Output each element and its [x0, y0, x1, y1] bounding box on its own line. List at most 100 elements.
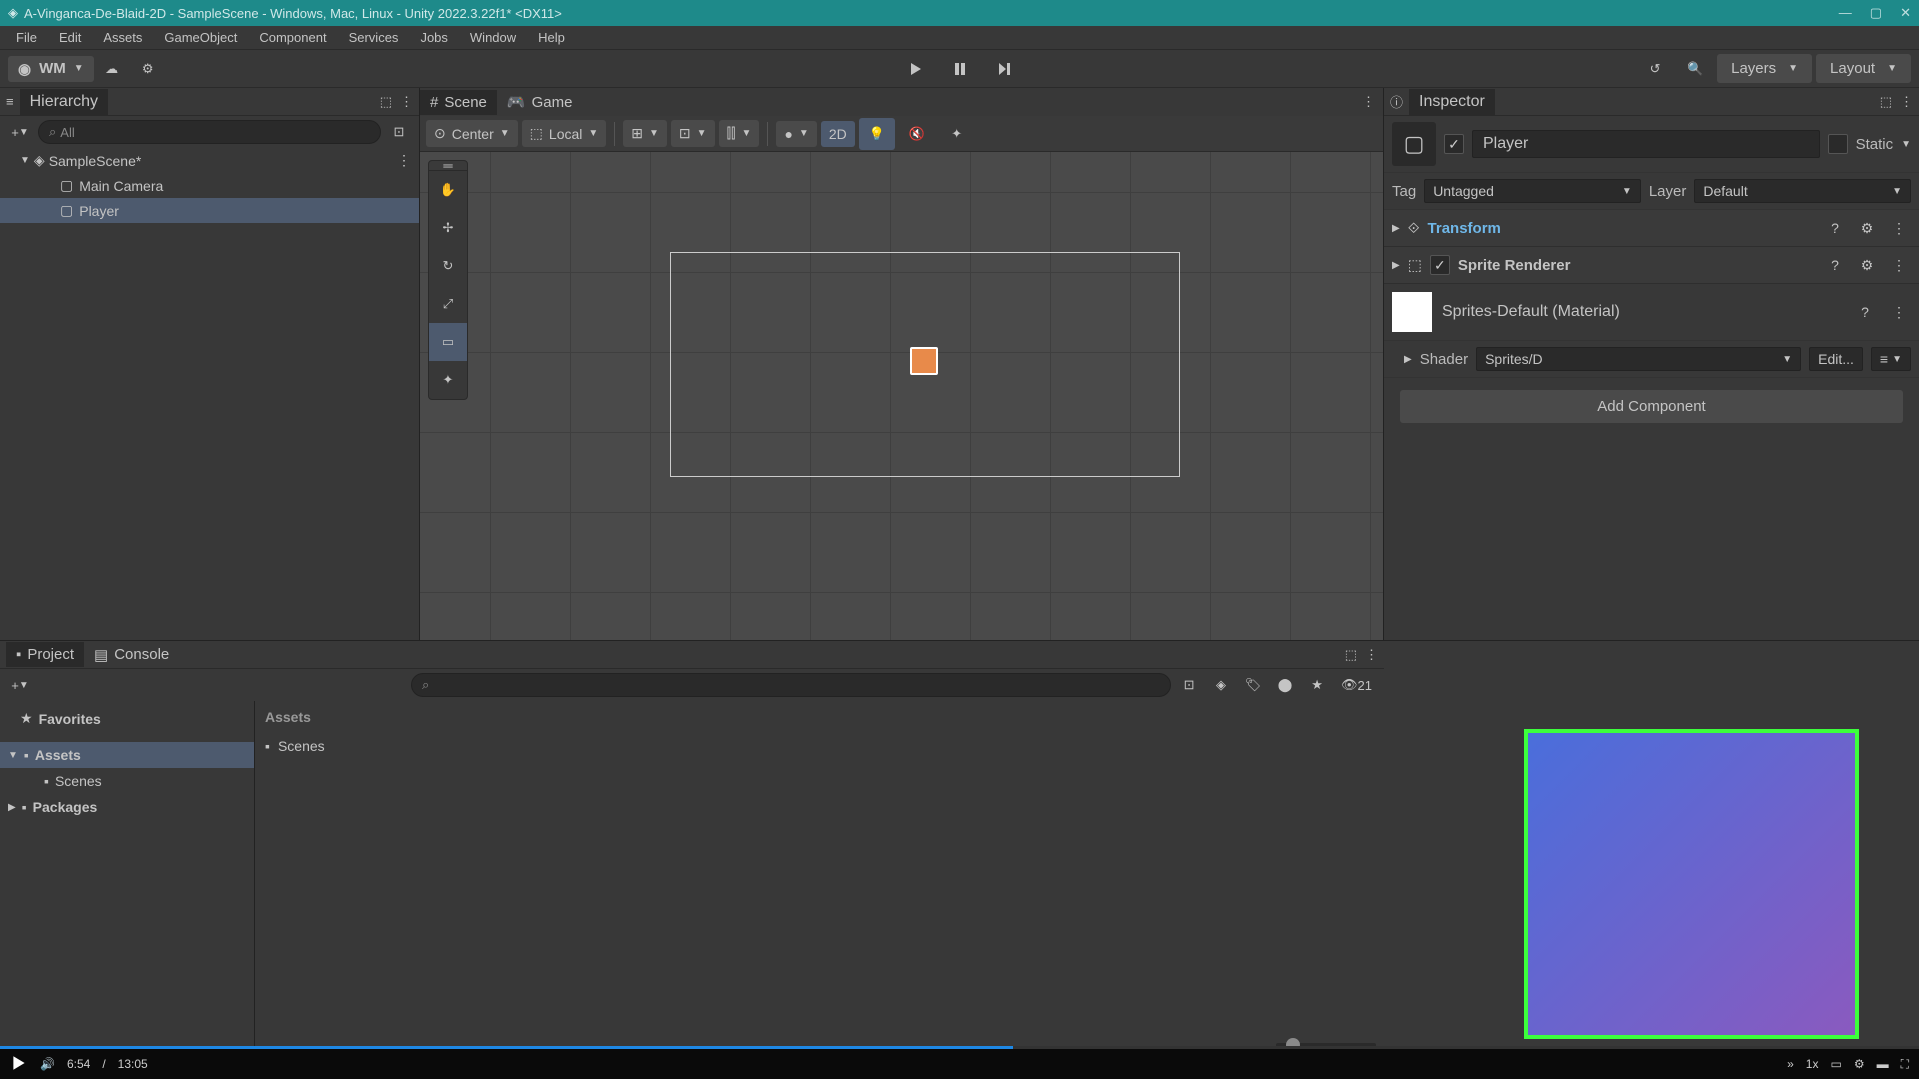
layer-dropdown[interactable]: Default ▼ — [1694, 179, 1911, 203]
minimize-icon[interactable]: — — [1839, 5, 1852, 21]
menu-help[interactable]: Help — [528, 28, 575, 47]
shader-dropdown[interactable]: Sprites/D ▼ — [1476, 347, 1801, 371]
fullscreen-icon[interactable]: ⛶ — [1901, 1057, 1909, 1072]
rect-tool[interactable]: ▭ — [429, 323, 467, 361]
filter-label-button[interactable]: 🏷 — [1239, 669, 1267, 701]
increment-toggle[interactable]: ⫿⫿▼ — [719, 120, 760, 147]
more-icon[interactable]: ⋮ — [1887, 253, 1911, 277]
maximize-icon[interactable]: ▢ — [1870, 5, 1882, 21]
more-icon[interactable]: ⋮ — [1362, 94, 1375, 110]
edit-button[interactable]: Edit... — [1809, 347, 1863, 371]
handle-dropdown[interactable]: ⬚ Local ▼ — [522, 120, 607, 147]
preset-icon[interactable]: ⚙ — [1855, 216, 1879, 240]
search-global-button[interactable]: 🔍 — [1677, 53, 1713, 85]
help-icon[interactable]: ? — [1853, 300, 1877, 324]
favorite-button[interactable]: ★ — [1303, 669, 1331, 701]
more-icon[interactable]: ⋮ — [397, 152, 411, 169]
more-icon[interactable]: ⋮ — [1365, 647, 1378, 663]
component-enable-checkbox[interactable] — [1430, 255, 1450, 275]
video-volume-button[interactable]: 🔊 — [40, 1057, 55, 1071]
more-icon[interactable]: ⋮ — [1900, 94, 1913, 110]
help-icon[interactable]: ? — [1823, 216, 1847, 240]
add-button[interactable]: + ▼ — [6, 120, 34, 144]
pivot-dropdown[interactable]: ⊙ Center ▼ — [426, 120, 518, 147]
account-dropdown[interactable]: ◉ WM ▼ — [8, 56, 94, 82]
list-button[interactable]: ≡▼ — [1871, 347, 1911, 371]
layers-dropdown[interactable]: Layers ▼ — [1717, 54, 1812, 83]
static-dropdown[interactable]: ▼ — [1901, 139, 1911, 150]
favorites-item[interactable]: ★ Favorites — [0, 705, 254, 732]
lighting-toggle[interactable]: 💡 — [859, 118, 895, 150]
breadcrumb[interactable]: Assets — [255, 701, 1384, 733]
menu-file[interactable]: File — [6, 28, 47, 47]
more-icon[interactable]: ⋮ — [400, 94, 413, 110]
settings-icon[interactable]: ⚙ — [1854, 1057, 1865, 1071]
menu-jobs[interactable]: Jobs — [410, 28, 457, 47]
audio-toggle[interactable]: 🔇 — [899, 118, 935, 150]
video-play-button[interactable] — [10, 1054, 28, 1075]
play-button[interactable] — [895, 53, 937, 85]
menu-assets[interactable]: Assets — [93, 28, 152, 47]
help-icon[interactable]: ? — [1823, 253, 1847, 277]
skip-button[interactable]: » — [1787, 1057, 1794, 1071]
layout-dropdown[interactable]: Layout ▼ — [1816, 54, 1911, 83]
hand-tool[interactable]: ✋ — [429, 171, 467, 209]
more-icon[interactable]: ⋮ — [1887, 216, 1911, 240]
active-checkbox[interactable] — [1444, 134, 1464, 154]
gameobject-icon[interactable]: ▢ — [1392, 122, 1436, 166]
menu-gameobject[interactable]: GameObject — [154, 28, 247, 47]
pause-button[interactable] — [939, 53, 981, 85]
add-component-button[interactable]: Add Component — [1400, 390, 1903, 423]
packages-root[interactable]: ▶ ▪ Packages — [0, 794, 254, 820]
close-icon[interactable]: ✕ — [1900, 5, 1911, 21]
folder-scenes[interactable]: ▪ Scenes — [255, 733, 1384, 759]
assets-root[interactable]: ▼ ▪ Assets — [0, 742, 254, 768]
selected-sprite[interactable] — [910, 347, 938, 375]
tag-dropdown[interactable]: Untagged ▼ — [1424, 179, 1641, 203]
lock-icon[interactable]: ⬚ — [380, 94, 392, 110]
hierarchy-search[interactable]: ⌕ All — [38, 120, 381, 144]
playback-speed[interactable]: 1x — [1806, 1057, 1819, 1071]
settings-button[interactable]: ⚙ — [130, 53, 166, 85]
filter-important-button[interactable]: ⬤ — [1271, 669, 1299, 701]
expand-button[interactable]: ⊡ — [385, 120, 413, 144]
move-tool[interactable]: ✢ — [429, 209, 467, 247]
scene-root[interactable]: ▼ ◈ SampleScene* ⋮ — [0, 148, 419, 173]
static-checkbox[interactable] — [1828, 134, 1848, 154]
add-button[interactable]: + ▼ — [6, 673, 34, 697]
undo-history-button[interactable]: ↺ — [1637, 53, 1673, 85]
hidden-count[interactable]: 👁 21 — [1335, 669, 1378, 701]
tab-game[interactable]: 🎮 Game — [497, 89, 583, 115]
snap-toggle[interactable]: ⊡▼ — [671, 120, 715, 147]
menu-component[interactable]: Component — [249, 28, 336, 47]
hierarchy-item-player[interactable]: ▢ Player — [0, 198, 419, 223]
filter-button[interactable]: ⊡ — [1175, 669, 1203, 701]
filter-type-button[interactable]: ◈ — [1207, 669, 1235, 701]
material-row[interactable]: Sprites-Default (Material) ? ⋮ — [1384, 284, 1919, 341]
scenes-folder[interactable]: ▪ Scenes — [0, 768, 254, 794]
fx-toggle[interactable]: ✦ — [939, 118, 975, 150]
component-transform[interactable]: ▶ ⟐ Transform ? ⚙ ⋮ — [1384, 210, 1919, 247]
tab-project[interactable]: ▪ Project — [6, 642, 84, 667]
step-button[interactable] — [983, 53, 1025, 85]
menu-window[interactable]: Window — [460, 28, 526, 47]
lock-icon[interactable]: ⬚ — [1345, 647, 1357, 663]
hierarchy-item-main-camera[interactable]: ▢ Main Camera — [0, 173, 419, 198]
menu-services[interactable]: Services — [339, 28, 409, 47]
draw-mode-dropdown[interactable]: ●▼ — [776, 121, 816, 147]
rotate-tool[interactable]: ↻ — [429, 247, 467, 285]
more-icon[interactable]: ⋮ — [1887, 300, 1911, 324]
2d-toggle[interactable]: 2D — [821, 121, 855, 147]
component-sprite-renderer[interactable]: ▶ ⬚ Sprite Renderer ? ⚙ ⋮ — [1384, 247, 1919, 284]
lock-icon[interactable]: ⬚ — [1880, 94, 1892, 110]
preset-icon[interactable]: ⚙ — [1855, 253, 1879, 277]
tab-scene[interactable]: # Scene — [420, 90, 497, 115]
scene-canvas[interactable]: ═ ✋ ✢ ↻ ⤢ ▭ ✦ — [420, 152, 1383, 640]
scale-tool[interactable]: ⤢ — [429, 285, 467, 323]
card-icon[interactable]: ▭ — [1830, 1057, 1841, 1071]
theatre-icon[interactable]: ▬ — [1877, 1057, 1889, 1071]
transform-tool[interactable]: ✦ — [429, 361, 467, 399]
gameobject-name-field[interactable]: Player — [1472, 130, 1820, 158]
grid-toggle[interactable]: ⊞▼ — [623, 120, 667, 147]
hierarchy-tab[interactable]: Hierarchy — [20, 89, 108, 115]
